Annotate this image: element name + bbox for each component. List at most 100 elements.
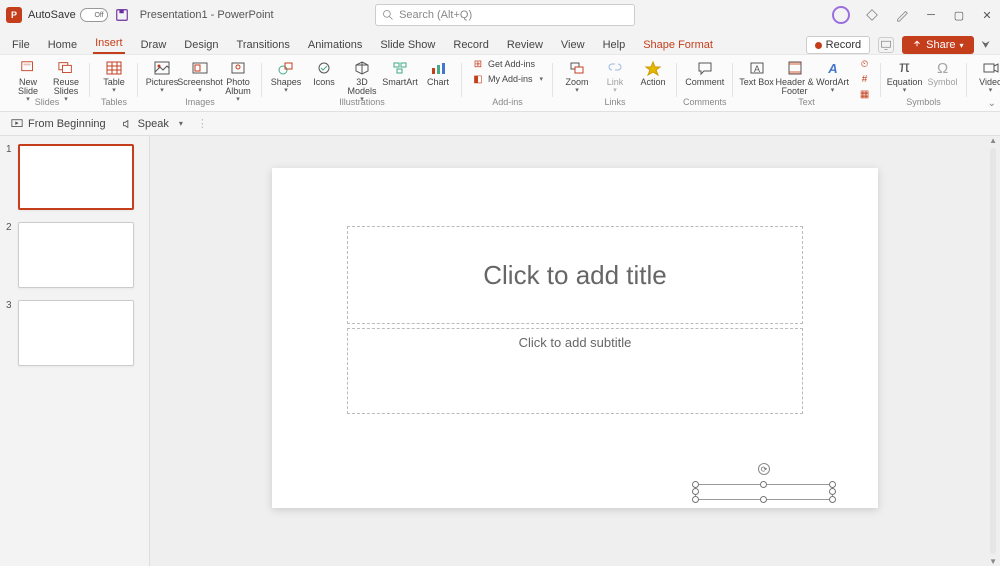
tab-transitions[interactable]: Transitions bbox=[235, 36, 292, 54]
pictures-button[interactable]: Pictures▾ bbox=[144, 57, 180, 94]
subtitle-placeholder[interactable]: Click to add subtitle bbox=[347, 328, 803, 414]
date-time-button[interactable]: ⏲ bbox=[855, 57, 875, 71]
smartart-button[interactable]: SmartArt bbox=[382, 57, 418, 87]
collapse-ribbon-button[interactable]: ⌄ bbox=[988, 98, 996, 109]
shapes-icon bbox=[276, 59, 296, 77]
pictures-icon bbox=[152, 59, 172, 77]
account-avatar[interactable] bbox=[832, 6, 850, 24]
group-label-slides: Slides bbox=[35, 97, 60, 107]
rotation-handle[interactable]: ⟳ bbox=[758, 463, 770, 475]
text-box-button[interactable]: AText Box bbox=[739, 57, 775, 87]
close-button[interactable]: ✕ bbox=[980, 8, 994, 22]
speak-dropdown-icon[interactable]: ▾ bbox=[179, 120, 183, 128]
record-button[interactable]: Record bbox=[806, 36, 870, 54]
resize-handle-nw[interactable] bbox=[692, 481, 699, 488]
slide-thumbnail-3[interactable] bbox=[18, 300, 134, 366]
get-addins-button[interactable]: ⊞Get Add-ins bbox=[468, 57, 547, 71]
search-placeholder: Search (Alt+Q) bbox=[399, 9, 472, 21]
tab-design[interactable]: Design bbox=[182, 36, 220, 54]
group-label-tables: Tables bbox=[101, 97, 127, 107]
save-icon[interactable] bbox=[114, 7, 130, 23]
resize-handle-se[interactable] bbox=[829, 496, 836, 503]
autosave-toggle[interactable]: AutoSave Off bbox=[28, 8, 108, 22]
tab-shape-format[interactable]: Shape Format bbox=[641, 36, 715, 54]
addins-icon: ◧ bbox=[472, 73, 484, 85]
my-addins-button[interactable]: ◧My Add-ins▾ bbox=[468, 72, 547, 86]
title-placeholder[interactable]: Click to add title bbox=[347, 226, 803, 324]
group-label-symbols: Symbols bbox=[906, 97, 941, 107]
group-label-addins: Add-ins bbox=[492, 97, 523, 107]
maximize-button[interactable]: ▢ bbox=[952, 8, 966, 22]
diamond-icon[interactable] bbox=[864, 7, 880, 23]
header-footer-button[interactable]: Header & Footer bbox=[777, 57, 813, 96]
tab-file[interactable]: File bbox=[10, 36, 32, 54]
present-button[interactable] bbox=[878, 37, 894, 53]
share-button[interactable]: Share▾ bbox=[902, 36, 973, 54]
group-text: AText Box Header & Footer AWordArt▾ ⏲ # … bbox=[733, 57, 881, 111]
video-button[interactable]: Video▾ bbox=[973, 57, 1000, 94]
comment-button[interactable]: Comment bbox=[687, 57, 723, 87]
thumb-number: 2 bbox=[6, 222, 14, 288]
table-button[interactable]: Table▾ bbox=[96, 57, 132, 94]
record-dot-icon bbox=[815, 42, 822, 49]
slide-number-button[interactable]: # bbox=[855, 72, 875, 86]
action-button[interactable]: Action bbox=[635, 57, 671, 87]
screenshot-button[interactable]: Screenshot▾ bbox=[182, 57, 218, 94]
text-box-icon: A bbox=[747, 59, 767, 77]
tab-record[interactable]: Record bbox=[451, 36, 490, 54]
slide-thumbnail-1[interactable] bbox=[18, 144, 134, 210]
scroll-up-icon[interactable]: ▲ bbox=[989, 136, 997, 145]
slide[interactable]: Click to add title Click to add subtitle… bbox=[272, 168, 878, 508]
thumbnail-panel[interactable]: 1 2 3 bbox=[0, 136, 150, 566]
tab-help[interactable]: Help bbox=[601, 36, 628, 54]
tab-slideshow[interactable]: Slide Show bbox=[378, 36, 437, 54]
ribbon-options-button[interactable]: ⮟ bbox=[982, 40, 991, 51]
group-illustrations: Shapes▾ Icons 3D Models▾ SmartArt Chart … bbox=[262, 57, 462, 111]
svg-text:A: A bbox=[827, 61, 837, 76]
selected-textbox[interactable]: ⟳ bbox=[695, 484, 833, 500]
tab-review[interactable]: Review bbox=[505, 36, 545, 54]
autosave-switch[interactable]: Off bbox=[80, 8, 108, 22]
screenshot-icon bbox=[190, 59, 210, 77]
object-button[interactable]: ▦ bbox=[855, 87, 875, 101]
wordart-button[interactable]: AWordArt▾ bbox=[815, 57, 851, 94]
tab-animations[interactable]: Animations bbox=[306, 36, 364, 54]
resize-handle-ne[interactable] bbox=[829, 481, 836, 488]
symbol-button[interactable]: ΩSymbol bbox=[925, 57, 961, 87]
link-icon bbox=[605, 59, 625, 77]
minimize-button[interactable]: ─ bbox=[924, 8, 938, 22]
group-label-comments: Comments bbox=[683, 97, 727, 107]
resize-handle-s[interactable] bbox=[760, 496, 767, 503]
photo-album-icon bbox=[228, 59, 248, 77]
scroll-down-icon[interactable]: ▼ bbox=[989, 557, 997, 566]
group-label-illustrations: Illustrations bbox=[339, 97, 385, 107]
resize-handle-e[interactable] bbox=[829, 488, 836, 495]
tabs-row: File Home Insert Draw Design Transitions… bbox=[0, 30, 1000, 54]
search-input[interactable]: Search (Alt+Q) bbox=[375, 4, 635, 26]
3d-models-icon bbox=[352, 59, 372, 77]
autosave-label: AutoSave bbox=[28, 9, 76, 21]
group-links: Zoom▾ Link▾ Action Links bbox=[553, 57, 677, 111]
photo-album-button[interactable]: Photo Album▾ bbox=[220, 57, 256, 103]
tab-view[interactable]: View bbox=[559, 36, 587, 54]
speak-button[interactable]: Speak ▾ bbox=[120, 117, 183, 131]
vertical-scrollbar[interactable]: ▲ ▼ bbox=[988, 136, 998, 566]
icons-button[interactable]: Icons bbox=[306, 57, 342, 87]
resize-handle-n[interactable] bbox=[760, 481, 767, 488]
zoom-button[interactable]: Zoom▾ bbox=[559, 57, 595, 94]
pen-icon[interactable] bbox=[894, 7, 910, 23]
tab-home[interactable]: Home bbox=[46, 36, 79, 54]
resize-handle-sw[interactable] bbox=[692, 496, 699, 503]
shapes-button[interactable]: Shapes▾ bbox=[268, 57, 304, 94]
from-beginning-button[interactable]: From Beginning bbox=[10, 117, 106, 131]
tab-draw[interactable]: Draw bbox=[139, 36, 169, 54]
video-icon bbox=[981, 59, 1000, 77]
link-button[interactable]: Link▾ bbox=[597, 57, 633, 94]
equation-button[interactable]: πEquation▾ bbox=[887, 57, 923, 94]
scroll-track[interactable] bbox=[990, 148, 996, 554]
chart-button[interactable]: Chart bbox=[420, 57, 456, 87]
slide-thumbnail-2[interactable] bbox=[18, 222, 134, 288]
tab-insert[interactable]: Insert bbox=[93, 34, 125, 54]
slide-canvas-area[interactable]: Click to add title Click to add subtitle… bbox=[150, 136, 1000, 566]
resize-handle-w[interactable] bbox=[692, 488, 699, 495]
